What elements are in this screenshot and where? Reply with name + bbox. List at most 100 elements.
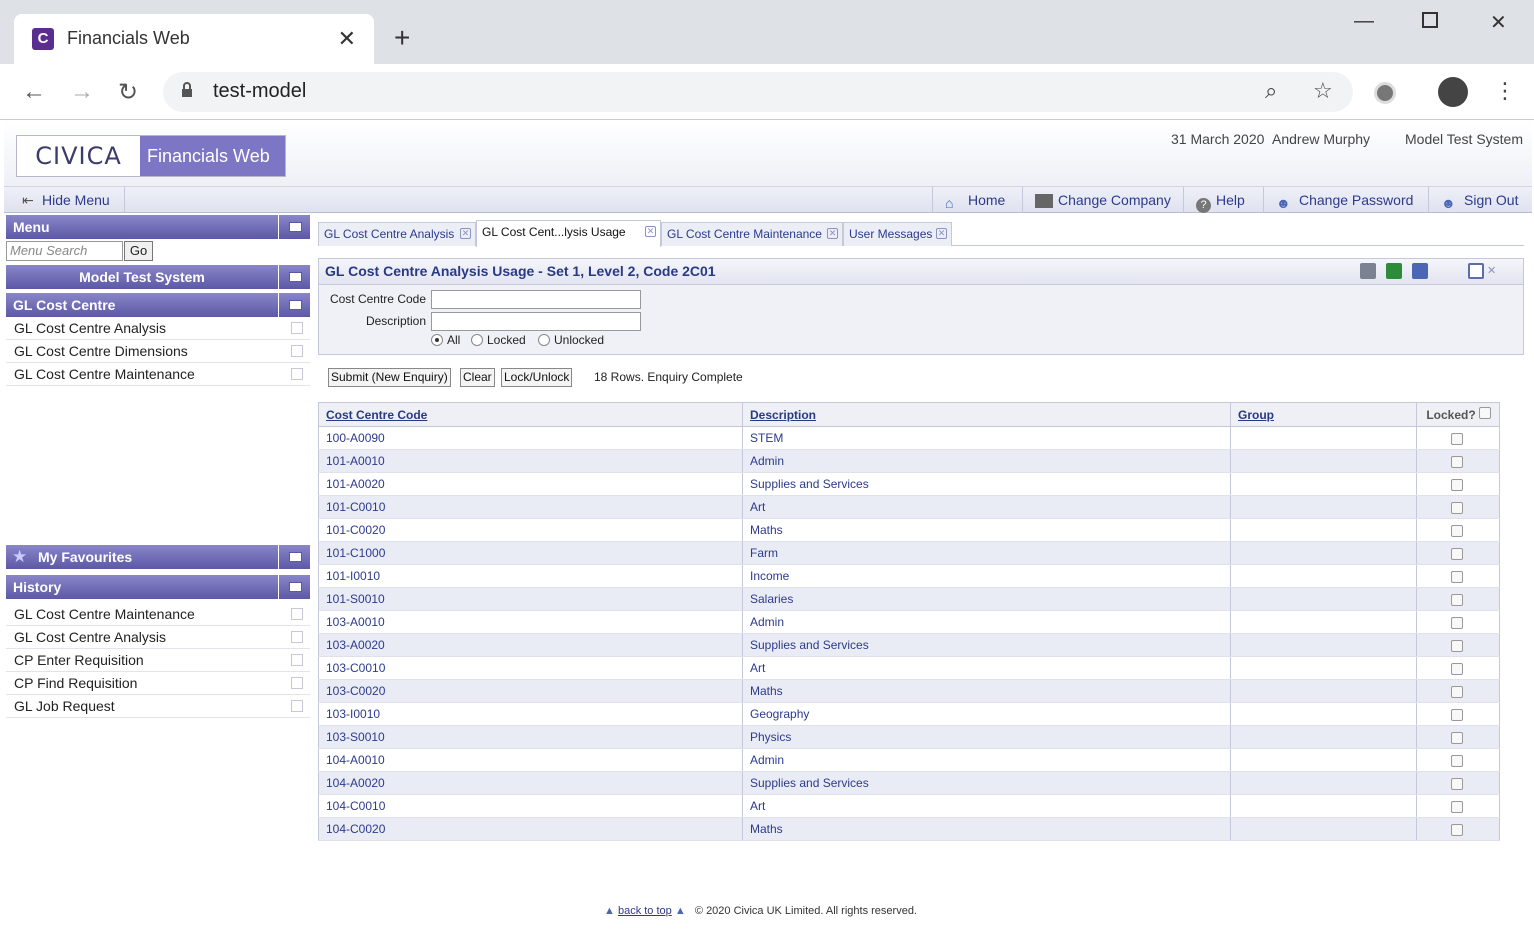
description-cell[interactable]: STEM (742, 426, 1231, 450)
description-cell[interactable]: Maths (742, 817, 1231, 841)
cost-centre-code-cell[interactable]: 101-A0010 (318, 449, 743, 473)
sidebar-item-dimensions[interactable]: GL Cost Centre Dimensions (6, 340, 310, 363)
help-link[interactable]: ? Help (1183, 187, 1245, 213)
tab-cost-centre-analysis[interactable]: GL Cost Centre Analysis ✕ (318, 222, 476, 246)
locked-checkbox[interactable] (1451, 708, 1463, 721)
open-external-icon[interactable] (291, 654, 303, 666)
description-cell[interactable]: Physics (742, 725, 1231, 749)
header-cost-centre-code[interactable]: Cost Centre Code (318, 402, 743, 427)
radio-locked[interactable]: Locked (471, 333, 526, 347)
description-cell[interactable]: Salaries (742, 587, 1231, 611)
description-input[interactable] (431, 312, 641, 331)
description-cell[interactable]: Art (742, 656, 1231, 680)
go-button[interactable]: Go (124, 241, 153, 261)
back-to-top-link[interactable]: back to top (618, 905, 672, 917)
description-cell[interactable]: Admin (742, 610, 1231, 634)
system-header[interactable]: Model Test System (6, 265, 310, 289)
home-link[interactable]: ⌂ Home (932, 187, 1005, 213)
history-header[interactable]: History (6, 575, 310, 599)
cost-centre-code-cell[interactable]: 101-C0020 (318, 518, 743, 542)
close-tab-icon[interactable]: ✕ (338, 26, 356, 52)
cost-centre-code-input[interactable] (431, 290, 641, 309)
history-toggle-icon[interactable] (278, 575, 310, 599)
open-external-icon[interactable] (291, 677, 303, 689)
history-item[interactable]: CP Enter Requisition (6, 649, 310, 672)
column-options-icon[interactable] (1412, 263, 1428, 279)
change-company-link[interactable]: Change Company (1022, 187, 1171, 213)
close-tab-icon[interactable]: ✕ (645, 226, 656, 237)
header-description[interactable]: Description (742, 402, 1231, 427)
url-field[interactable]: test-model ⌕ ☆ (163, 72, 1353, 112)
close-tab-icon[interactable]: ✕ (460, 228, 471, 239)
tab-cost-centre-maintenance[interactable]: GL Cost Centre Maintenance ✕ (661, 222, 843, 246)
hide-menu-button[interactable]: ⇤ Hide Menu (4, 187, 125, 213)
description-cell[interactable]: Art (742, 495, 1231, 519)
locked-checkbox[interactable] (1451, 570, 1463, 583)
cost-centre-code-cell[interactable]: 100-A0090 (318, 426, 743, 450)
locked-checkbox[interactable] (1451, 616, 1463, 629)
favourites-toggle-icon[interactable] (278, 545, 310, 569)
tab-cost-centre-analysis-usage[interactable]: GL Cost Cent...lysis Usage ✕ (476, 220, 661, 247)
menu-toggle-icon[interactable] (278, 215, 310, 239)
locked-checkbox[interactable] (1451, 455, 1463, 468)
cost-centre-code-cell[interactable]: 101-I0010 (318, 564, 743, 588)
description-cell[interactable]: Admin (742, 449, 1231, 473)
zoom-icon[interactable]: ⌕ (1265, 78, 1277, 104)
extension-icon[interactable] (1374, 82, 1396, 104)
locked-checkbox[interactable] (1451, 524, 1463, 537)
description-cell[interactable]: Supplies and Services (742, 771, 1231, 795)
open-external-icon[interactable] (291, 700, 303, 712)
reload-icon[interactable]: ↻ (118, 78, 138, 107)
locked-checkbox[interactable] (1451, 823, 1463, 836)
cost-centre-code-cell[interactable]: 103-C0020 (318, 679, 743, 703)
cost-centre-code-cell[interactable]: 101-A0020 (318, 472, 743, 496)
cost-centre-code-cell[interactable]: 103-C0010 (318, 656, 743, 680)
sign-out-link[interactable]: ☻ Sign Out (1428, 187, 1518, 213)
locked-checkbox[interactable] (1451, 662, 1463, 675)
locked-checkbox[interactable] (1451, 731, 1463, 744)
cost-centre-code-cell[interactable]: 103-A0010 (318, 610, 743, 634)
locked-checkbox[interactable] (1451, 432, 1463, 445)
locked-checkbox[interactable] (1451, 593, 1463, 606)
browser-tab[interactable]: C Financials Web ✕ (14, 14, 374, 64)
description-cell[interactable]: Supplies and Services (742, 472, 1231, 496)
open-external-icon[interactable] (291, 631, 303, 643)
radio-unlocked[interactable]: Unlocked (538, 333, 604, 347)
back-icon[interactable]: ← (22, 78, 46, 106)
locked-checkbox[interactable] (1451, 547, 1463, 560)
new-tab-icon[interactable]: + (394, 22, 410, 54)
history-item[interactable]: GL Cost Centre Maintenance (6, 603, 310, 626)
bookmark-star-icon[interactable]: ☆ (1313, 78, 1333, 104)
maximize-icon[interactable] (1422, 12, 1438, 28)
folder-up-icon[interactable] (278, 293, 310, 317)
excel-export-icon[interactable] (1386, 263, 1402, 279)
description-cell[interactable]: Farm (742, 541, 1231, 565)
select-all-checkbox[interactable] (1479, 407, 1491, 419)
system-toggle-icon[interactable] (278, 265, 310, 289)
gl-cost-centre-header[interactable]: GL Cost Centre (6, 293, 310, 317)
close-tab-icon[interactable]: ✕ (827, 228, 838, 239)
close-tab-icon[interactable]: ✕ (936, 228, 947, 239)
locked-checkbox[interactable] (1451, 478, 1463, 491)
open-external-icon[interactable] (291, 608, 303, 620)
tab-user-messages[interactable]: User Messages ✕ (843, 222, 952, 246)
window-toggle-icon[interactable] (1468, 263, 1484, 279)
favourites-header[interactable]: ★ My Favourites (6, 545, 310, 569)
cost-centre-code-cell[interactable]: 104-A0010 (318, 748, 743, 772)
cost-centre-code-cell[interactable]: 101-C1000 (318, 541, 743, 565)
minimize-icon[interactable]: — (1354, 10, 1374, 33)
change-password-link[interactable]: ☻ Change Password (1263, 187, 1413, 213)
more-options-icon[interactable]: ⋮ (1494, 78, 1516, 104)
cost-centre-code-cell[interactable]: 104-C0020 (318, 817, 743, 841)
print-icon[interactable] (1360, 263, 1376, 279)
cost-centre-code-cell[interactable]: 104-C0010 (318, 794, 743, 818)
radio-all[interactable]: All (431, 333, 460, 347)
description-cell[interactable]: Maths (742, 679, 1231, 703)
history-item[interactable]: CP Find Requisition (6, 672, 310, 695)
description-cell[interactable]: Income (742, 564, 1231, 588)
locked-checkbox[interactable] (1451, 800, 1463, 813)
profile-avatar-icon[interactable] (1438, 77, 1468, 107)
locked-checkbox[interactable] (1451, 639, 1463, 652)
locked-checkbox[interactable] (1451, 685, 1463, 698)
history-item[interactable]: GL Cost Centre Analysis (6, 626, 310, 649)
